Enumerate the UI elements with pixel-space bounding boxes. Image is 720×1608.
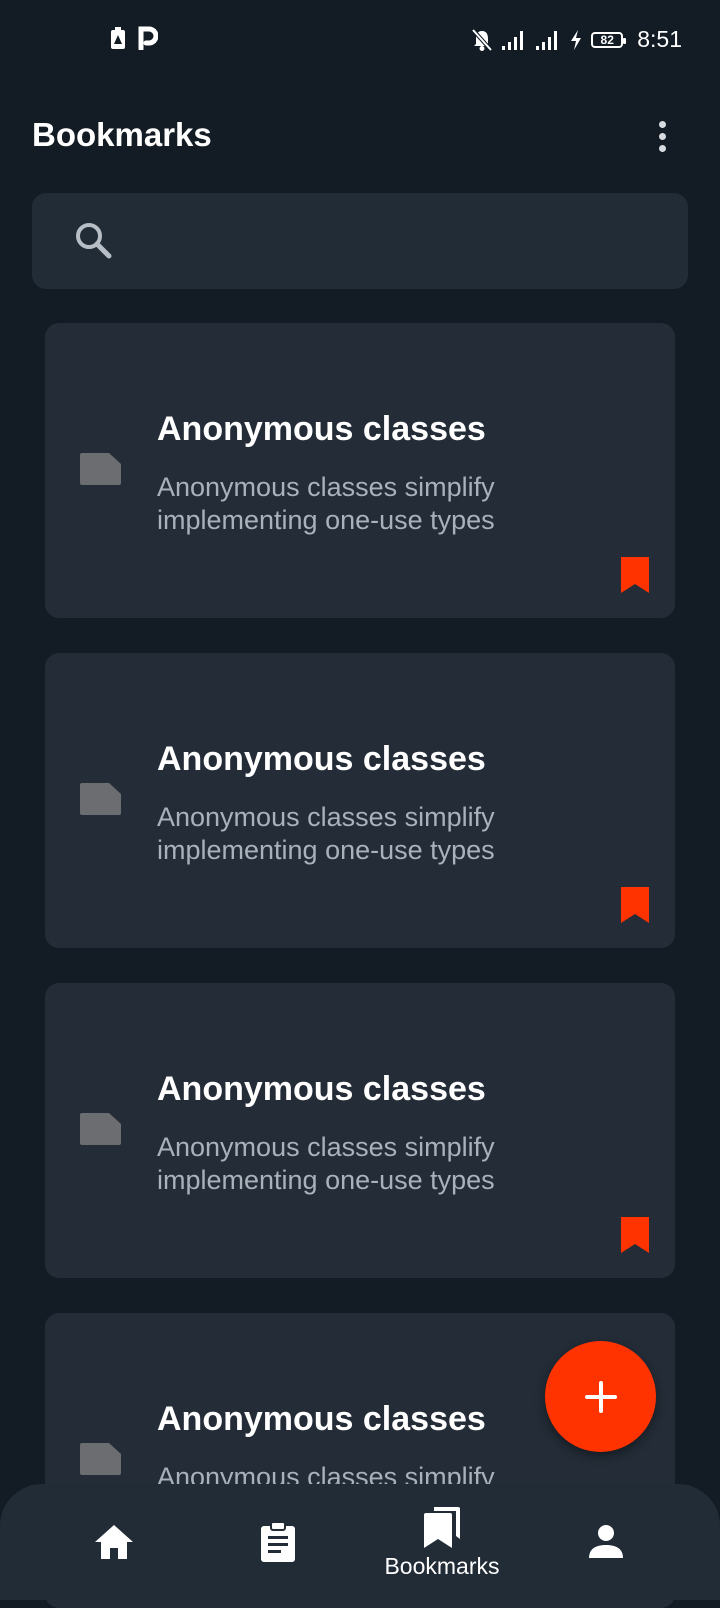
home-icon (95, 1525, 133, 1559)
nav-bookmarks[interactable]: Bookmarks (372, 1484, 512, 1600)
charging-icon (571, 29, 582, 50)
bookmark-icon[interactable] (620, 1216, 650, 1254)
add-bookmark-button[interactable] (545, 1341, 656, 1452)
person-icon (589, 1525, 623, 1558)
document-icon (80, 1113, 121, 1145)
bookmarks-icon (424, 1506, 460, 1548)
search-input[interactable] (132, 215, 656, 269)
bookmark-icon[interactable] (620, 556, 650, 594)
bookmark-icon[interactable] (620, 886, 650, 924)
parking-app-icon (138, 26, 158, 50)
search-bar[interactable] (32, 193, 688, 289)
bookmark-title: Anonymous classes (157, 410, 486, 448)
bookmark-description: Anonymous classes simplify implementing … (157, 802, 495, 865)
battery-indicator: 82 (591, 31, 627, 48)
more-options-button[interactable] (640, 112, 684, 160)
more-vert-icon (658, 120, 666, 128)
clock: 8:51 (637, 26, 682, 52)
bookmark-card[interactable]: Anonymous classes Anonymous classes simp… (45, 323, 675, 618)
mute-bell-icon (471, 28, 493, 51)
nav-notes[interactable] (238, 1484, 318, 1600)
status-bar: 82 8:51 (0, 0, 720, 80)
search-icon (76, 223, 112, 259)
app-notification-icon (111, 27, 125, 49)
bookmark-card[interactable]: Anonymous classes Anonymous classes simp… (45, 653, 675, 948)
bookmark-description: Anonymous classes simplify implementing … (157, 472, 495, 535)
document-icon (80, 783, 121, 815)
nav-home[interactable] (74, 1484, 154, 1600)
bookmark-title: Anonymous classes (157, 1070, 486, 1108)
nav-bookmarks-label: Bookmarks (384, 1552, 500, 1579)
bookmark-description: Anonymous classes simplify implementing … (157, 1132, 495, 1195)
signal-icon (502, 30, 524, 50)
bookmark-card[interactable]: Anonymous classes Anonymous classes simp… (45, 983, 675, 1278)
bookmark-title: Anonymous classes (157, 1400, 486, 1438)
signal-icon-2 (536, 30, 558, 50)
nav-profile[interactable] (566, 1484, 646, 1600)
plus-icon (584, 1380, 617, 1413)
document-icon (80, 453, 121, 485)
document-icon (80, 1443, 121, 1475)
bookmark-title: Anonymous classes (157, 740, 486, 778)
page-title: Bookmarks (32, 116, 212, 153)
clipboard-icon (261, 1521, 295, 1562)
bottom-navigation: Bookmarks (0, 1484, 720, 1600)
